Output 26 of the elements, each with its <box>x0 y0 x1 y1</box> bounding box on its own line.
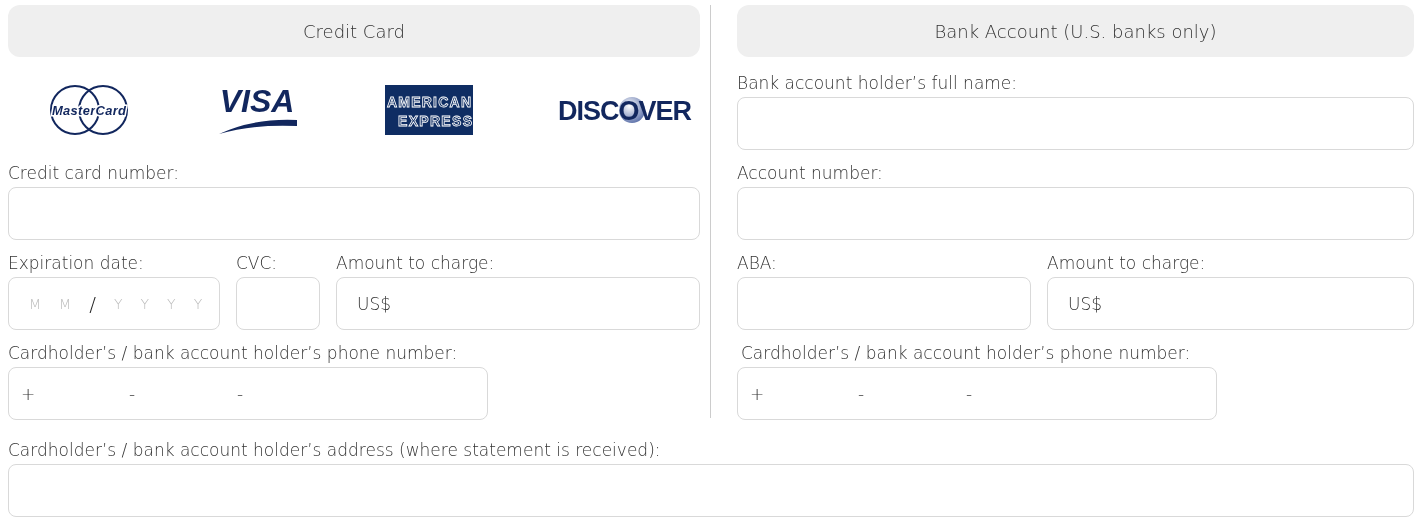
name-field[interactable] <box>737 97 1414 150</box>
field-label: Amount to charge: <box>1047 253 1207 273</box>
field-label: Cardholder’s / bank account holder’s phone number: <box>8 343 459 363</box>
aba-field[interactable] <box>737 277 1031 330</box>
amount-field[interactable]: US$ <box>336 277 700 330</box>
field-label: ABA: <box>737 253 778 273</box>
address-field[interactable] <box>8 464 1414 517</box>
card-logo: DISCOVER <box>556 93 694 127</box>
field-label: Account number: <box>737 163 884 183</box>
amount-field[interactable]: US$ <box>1047 277 1414 330</box>
field-label: Cardholder’s / bank account holder’s phone number: <box>740 343 1192 363</box>
field-label: Bank account holder’s full name: <box>737 73 1019 93</box>
phone-field[interactable]: + - - <box>737 367 1217 420</box>
card-number-field[interactable] <box>8 187 700 240</box>
field-label: CVC: <box>236 253 279 273</box>
section-header: Bank Account (U.S. banks only) <box>737 5 1414 57</box>
field-label: Expiration date: <box>8 253 145 273</box>
field-label: Cardholder’s / bank account holder’s address (where statement is received): <box>8 440 662 460</box>
field-label: Credit card number: <box>8 163 180 183</box>
card-logo: VISA <box>213 84 302 136</box>
field-label: Amount to charge: <box>336 253 496 273</box>
section-header: Credit Card <box>8 5 700 57</box>
account-number-field[interactable] <box>737 187 1414 240</box>
card-logo: AMERICAN EXPRESS <box>384 85 473 135</box>
cvc-field[interactable] <box>236 277 320 330</box>
phone-field[interactable]: + - - <box>8 367 488 420</box>
